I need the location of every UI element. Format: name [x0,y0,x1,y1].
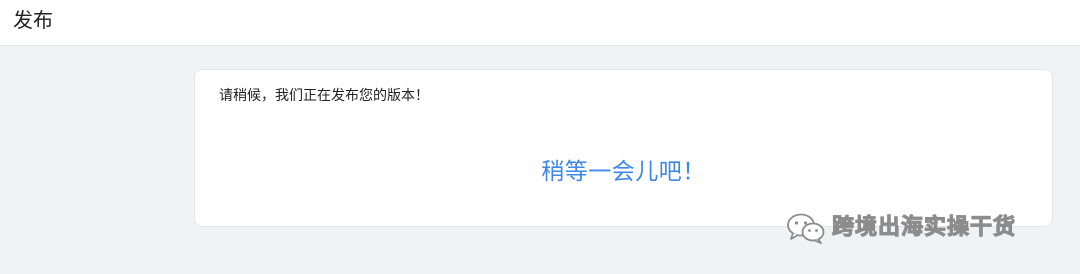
wechat-icon [786,211,826,245]
top-header-bar: 发布 [0,0,1080,46]
page-title: 发布 [13,8,53,32]
wait-message: 稍等一会儿吧！ [541,159,706,185]
publish-status-message: 请稍候，我们正在发布您的版本！ [219,88,429,104]
publish-status-card: 请稍候，我们正在发布您的版本！ 稍等一会儿吧！ [194,69,1053,227]
watermark: 跨境出海实操干货 [786,211,1016,245]
watermark-text: 跨境出海实操干货 [831,215,1017,241]
